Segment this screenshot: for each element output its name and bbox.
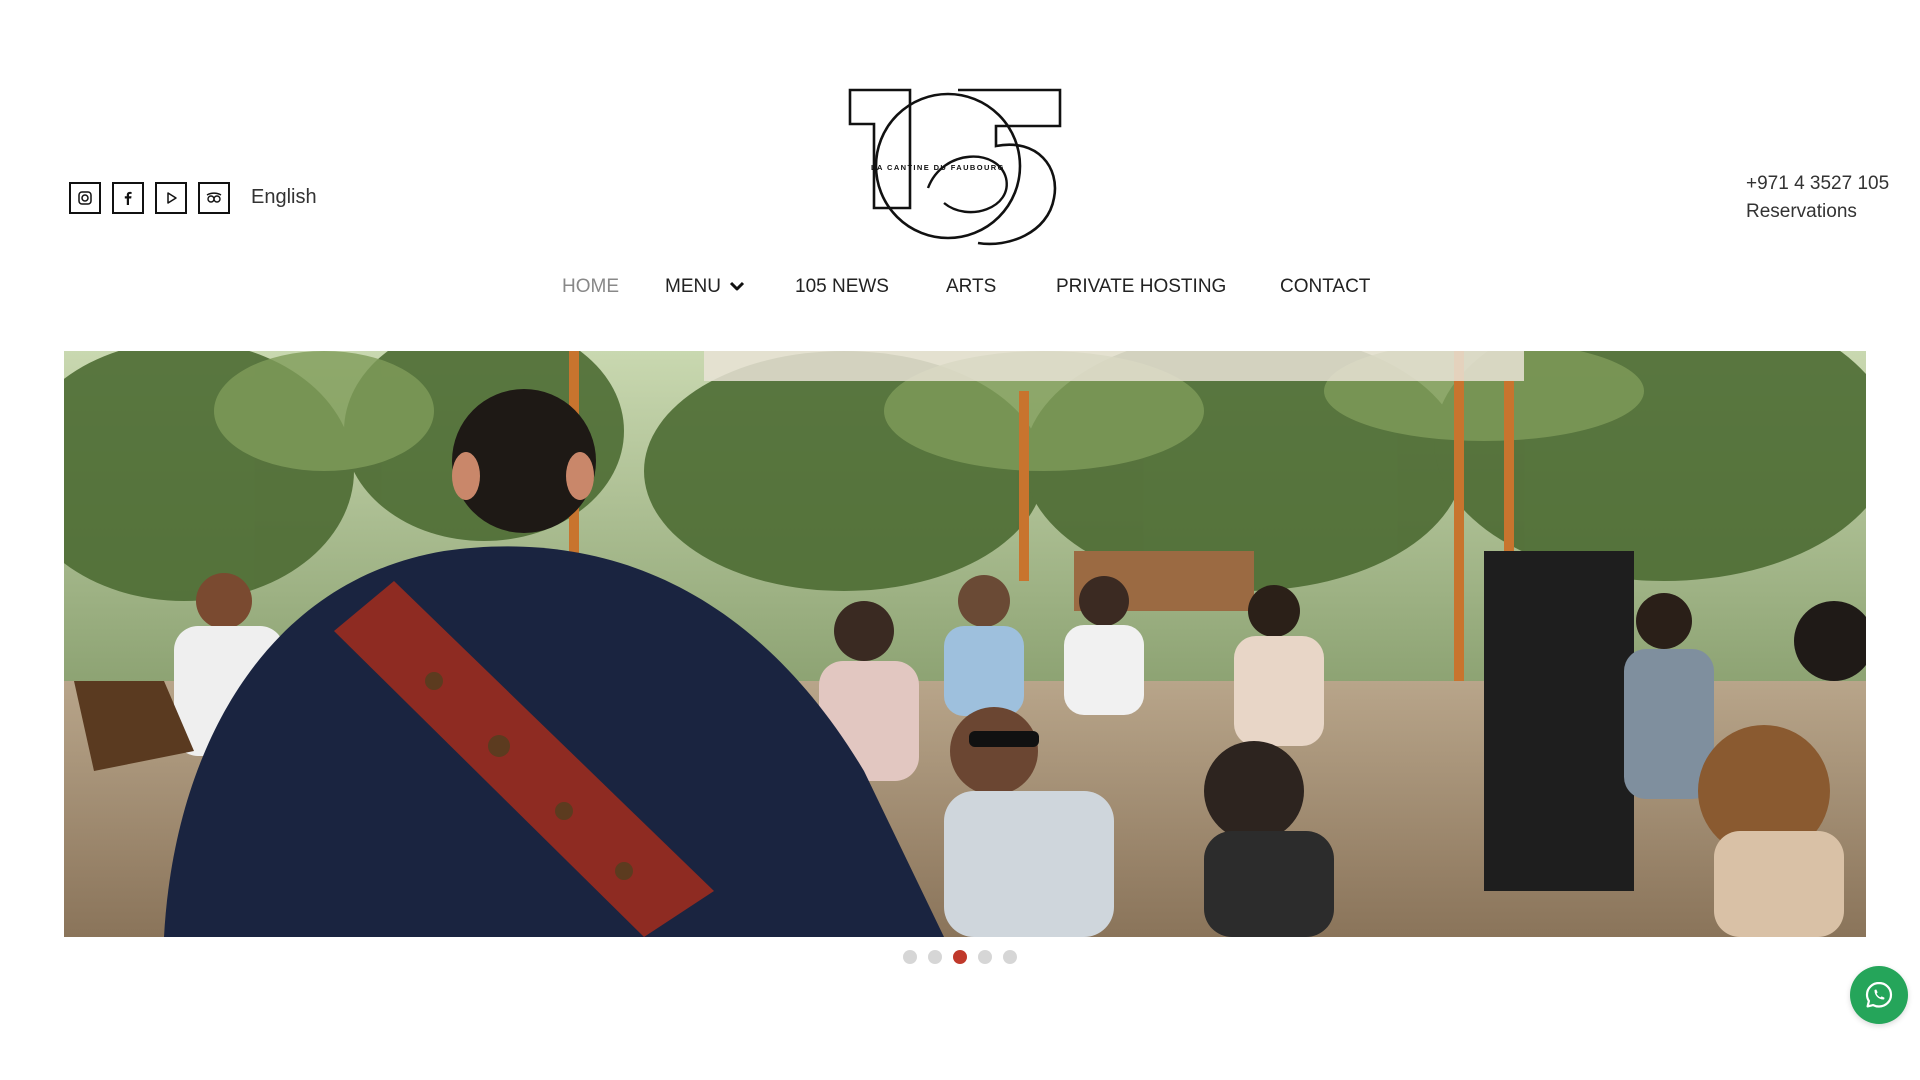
- language-selector[interactable]: English: [251, 186, 317, 209]
- carousel-dot[interactable]: [978, 950, 992, 964]
- nav-arts-label: ARTS: [946, 276, 997, 297]
- phone-link[interactable]: +971 4 3527 105: [1746, 170, 1889, 198]
- instagram-icon[interactable]: [69, 182, 101, 214]
- nav-arts[interactable]: ARTS: [946, 276, 996, 298]
- chevron-down-icon: [729, 276, 745, 298]
- nav-105-news[interactable]: 105 NEWS: [795, 276, 889, 298]
- whatsapp-button[interactable]: [1850, 966, 1908, 1024]
- carousel-dots: [903, 950, 1017, 964]
- carousel-dot[interactable]: [1003, 950, 1017, 964]
- nav-private-hosting[interactable]: PRIVATE HOSTING: [1056, 276, 1226, 298]
- nav-105-news-label: 105 NEWS: [795, 276, 889, 297]
- nav-menu-label: MENU: [665, 276, 721, 297]
- nav-home[interactable]: HOME: [562, 276, 619, 298]
- hero-slide-image[interactable]: [64, 351, 1866, 937]
- facebook-icon[interactable]: [112, 182, 144, 214]
- contact-block: +971 4 3527 105 Reservations: [1746, 170, 1889, 226]
- reservations-link[interactable]: Reservations: [1746, 198, 1889, 226]
- tripadvisor-icon[interactable]: [198, 182, 230, 214]
- main-nav: HOME MENU 105 NEWS ARTS PRIVATE HOSTING …: [0, 276, 1920, 306]
- carousel-dot-active[interactable]: [953, 950, 967, 964]
- whatsapp-icon: [1865, 981, 1893, 1008]
- logo-wordmark: LA CANTINE DU FAUBOURG: [871, 163, 1005, 172]
- nav-contact-label: CONTACT: [1280, 276, 1371, 297]
- carousel-dot[interactable]: [903, 950, 917, 964]
- nav-menu[interactable]: MENU: [665, 276, 745, 298]
- youtube-icon[interactable]: [155, 182, 187, 214]
- nav-private-hosting-label: PRIVATE HOSTING: [1056, 276, 1227, 297]
- social-links: [69, 182, 230, 214]
- nav-home-label: HOME: [562, 276, 619, 297]
- carousel-dot[interactable]: [928, 950, 942, 964]
- site-logo[interactable]: LA CANTINE DU FAUBOURG: [848, 88, 1064, 248]
- nav-contact[interactable]: CONTACT: [1280, 276, 1370, 298]
